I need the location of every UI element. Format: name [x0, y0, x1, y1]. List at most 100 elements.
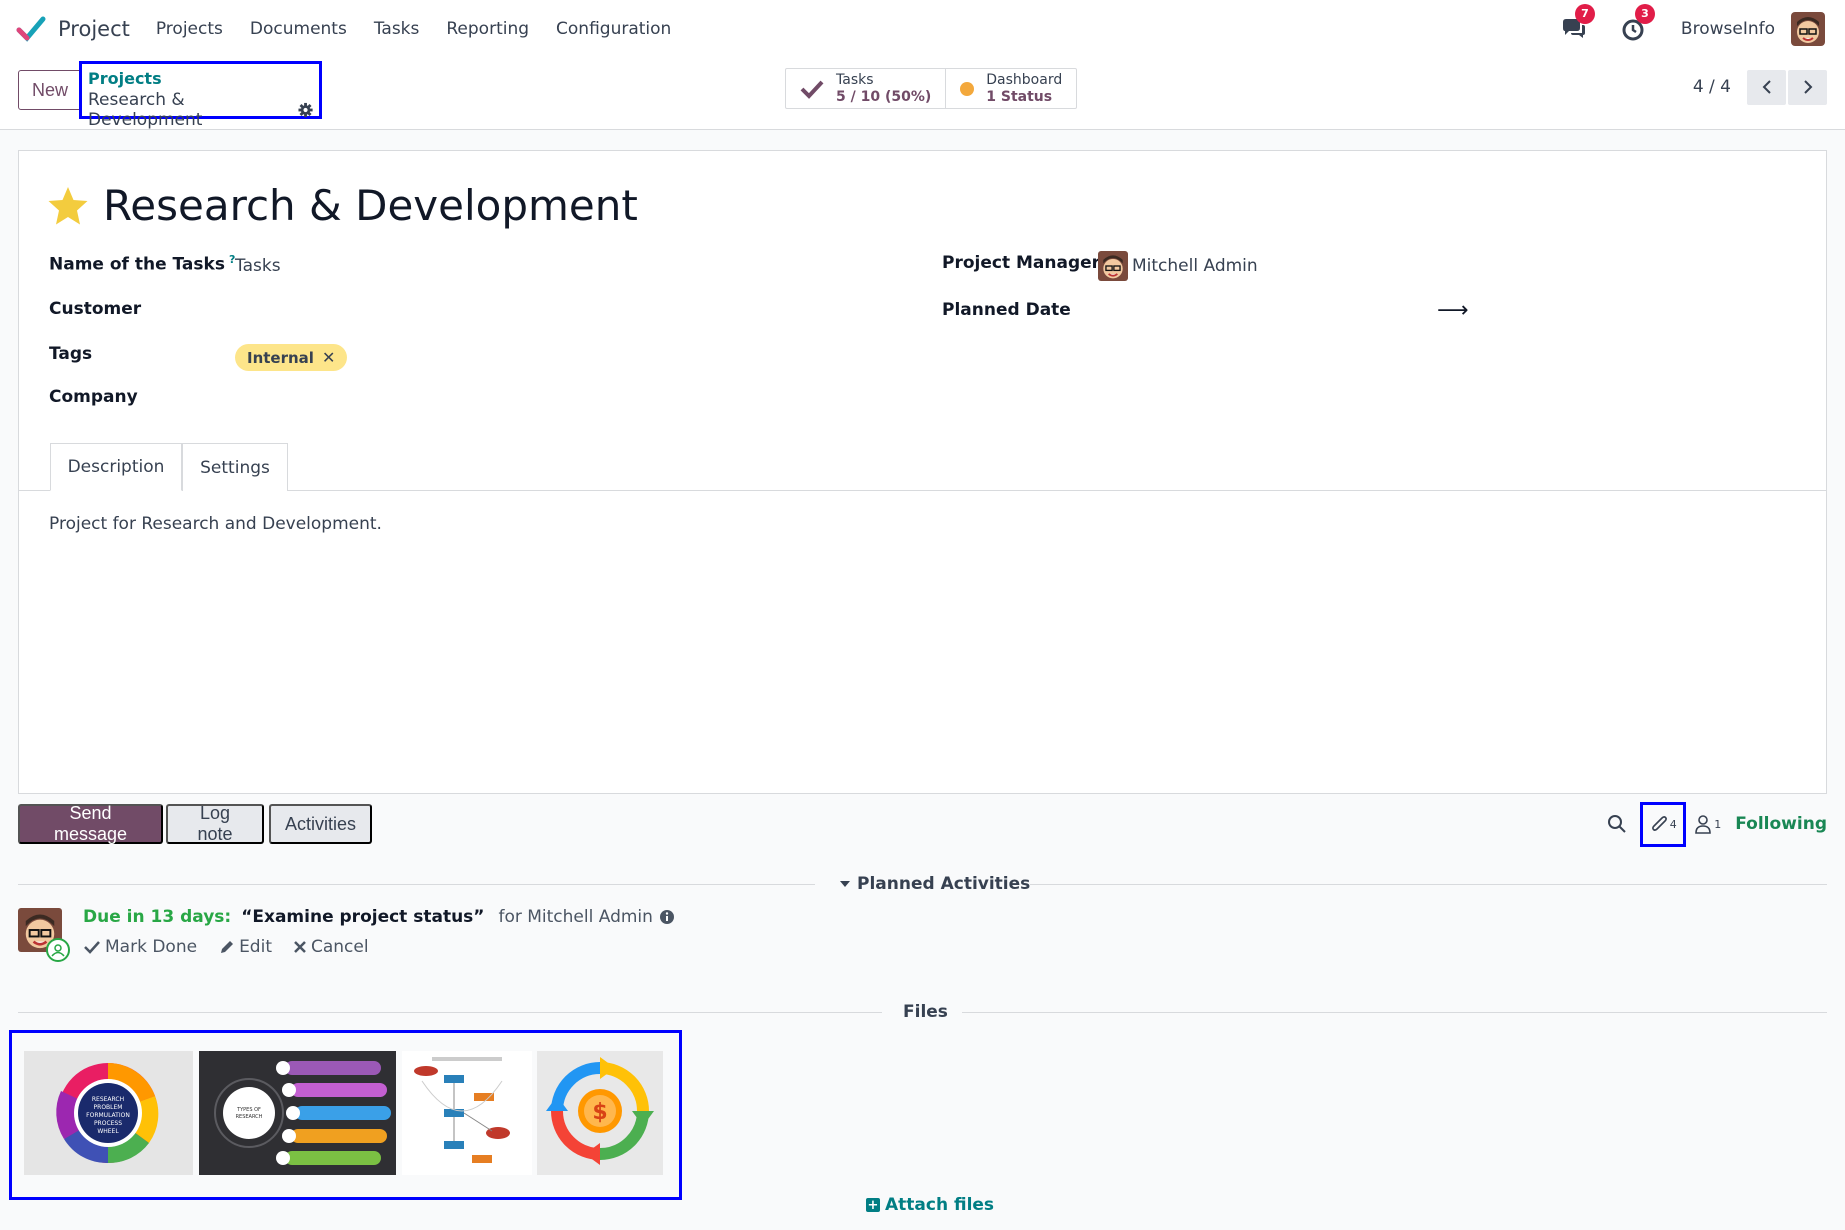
research-types-image: TYPES OF RESEARCH: [214, 1061, 391, 1165]
svg-text:RESEARCH: RESEARCH: [92, 1096, 124, 1103]
breadcrumb-current-label: Research & Development: [88, 90, 203, 130]
top-navbar: Project Projects Documents Tasks Reporti…: [0, 0, 1845, 58]
attachment-thumbnail-2[interactable]: TYPES OF RESEARCH: [199, 1051, 396, 1175]
info-icon[interactable]: [659, 909, 675, 925]
messages-badge: 7: [1574, 4, 1595, 24]
tasks-name-field[interactable]: Tasks: [235, 256, 281, 276]
gear-icon[interactable]: [298, 102, 313, 118]
tag-remove-icon[interactable]: ✕: [322, 348, 335, 367]
activities-badge: 3: [1634, 4, 1655, 24]
process-wheel-image: RESEARCH PROBLEM FORMULATION PROCESS WHE…: [56, 1063, 159, 1164]
project-manager-label: Project Manager: [942, 253, 1101, 273]
dashboard-smart-button[interactable]: Dashboard 1 Status: [945, 69, 1076, 108]
tab-description[interactable]: Description: [50, 443, 182, 491]
pager-next-button[interactable]: [1788, 69, 1827, 105]
activity-assignee: for Mitchell Admin: [498, 907, 653, 927]
menu-configuration[interactable]: Configuration: [556, 19, 671, 39]
tasks-name-label-text: Name of the Tasks: [49, 254, 225, 275]
menu-documents[interactable]: Documents: [250, 19, 347, 39]
menu-tasks[interactable]: Tasks: [374, 19, 420, 39]
user-avatar[interactable]: [1791, 12, 1825, 46]
dashboard-smart-value: 1 Status: [986, 88, 1053, 105]
users-icon: [51, 944, 65, 957]
tasks-smart-value: 5 / 10 (50%): [836, 88, 932, 105]
favorite-star-icon[interactable]: [47, 185, 89, 227]
control-panel: New Projects Research & Development Task…: [0, 58, 1845, 130]
chevron-right-icon: [1803, 80, 1812, 94]
files-divider-right: [962, 1012, 1827, 1013]
customer-label: Customer: [49, 299, 142, 319]
attachments-button[interactable]: 4: [1640, 801, 1687, 847]
manager-avatar-image: [1098, 251, 1128, 281]
planned-divider-right: [1030, 884, 1827, 885]
attach-files-label: Attach files: [885, 1195, 995, 1215]
pager-value[interactable]: 4 / 4: [1693, 77, 1731, 97]
company-label: Company: [49, 387, 138, 407]
menu-projects[interactable]: Projects: [156, 19, 223, 39]
date-range-arrow-icon: ⟶: [1437, 298, 1469, 323]
svg-text:PROBLEM: PROBLEM: [94, 1104, 123, 1111]
attachment-thumbnail-1[interactable]: RESEARCH PROBLEM FORMULATION PROCESS WHE…: [24, 1051, 193, 1175]
app-name[interactable]: Project: [58, 17, 130, 41]
plus-square-icon: +: [866, 1197, 880, 1213]
activity-type-icon: [46, 938, 70, 962]
user-avatar-image: [1791, 12, 1825, 46]
following-button[interactable]: Following: [1735, 814, 1827, 834]
activities-button[interactable]: Activities: [269, 804, 372, 844]
pencil-icon: [221, 940, 234, 953]
follower-count: 1: [1714, 817, 1722, 831]
planned-activities-toggle[interactable]: Planned Activities: [839, 874, 1030, 894]
breadcrumb-current: Research & Development: [88, 90, 313, 130]
attachment-thumbnail-3[interactable]: [402, 1051, 532, 1175]
company-switcher[interactable]: BrowseInfo: [1681, 19, 1775, 39]
caret-down-icon: [840, 881, 850, 887]
pager: 4 / 4: [1693, 68, 1827, 106]
tag-label: Internal: [247, 348, 314, 367]
attachment-gallery: RESEARCH PROBLEM FORMULATION PROCESS WHE…: [9, 1030, 682, 1200]
search-icon[interactable]: [1606, 813, 1628, 835]
tasks-smart-label: Tasks: [836, 71, 874, 88]
notebook-tabs: Description Settings: [19, 443, 1826, 491]
messages-systray[interactable]: 7: [1561, 4, 1595, 42]
activity-line: Due in 13 days: “Examine project status”…: [83, 907, 675, 927]
chevron-left-icon: [1762, 80, 1771, 94]
tasks-smart-button[interactable]: Tasks 5 / 10 (50%): [786, 69, 945, 108]
activity-summary: “Examine project status”: [241, 907, 485, 927]
check-icon: [84, 941, 100, 954]
attachment-count: 4: [1669, 817, 1677, 831]
tab-settings[interactable]: Settings: [182, 443, 288, 491]
mark-done-button[interactable]: Mark Done: [84, 937, 197, 957]
mark-done-label: Mark Done: [105, 937, 198, 957]
edit-activity-button[interactable]: Edit: [219, 937, 272, 957]
description-field[interactable]: Project for Research and Development.: [49, 514, 382, 534]
log-note-button[interactable]: Log note: [166, 803, 264, 844]
attach-files-button[interactable]: + Attach files: [866, 1195, 994, 1215]
activity-actions: Mark Done Edit Cancel: [84, 937, 391, 957]
tasks-smart-text: Tasks 5 / 10 (50%): [836, 72, 931, 106]
manager-avatar: [1098, 251, 1128, 281]
edit-label: Edit: [239, 937, 272, 957]
project-manager-field[interactable]: Mitchell Admin: [1132, 256, 1258, 276]
planned-date-label: Planned Date: [942, 300, 1071, 320]
new-button[interactable]: New: [18, 70, 82, 110]
follower-user-icon[interactable]: [1692, 813, 1714, 835]
money-cycle-image: $: [546, 1057, 654, 1165]
breadcrumb-projects-link[interactable]: Projects: [88, 69, 313, 88]
cancel-activity-button[interactable]: Cancel: [294, 937, 369, 957]
activities-systray[interactable]: 3: [1621, 4, 1655, 42]
systray: 7 3 BrowseInfo: [1561, 0, 1825, 58]
cancel-label: Cancel: [310, 937, 369, 957]
menu-reporting[interactable]: Reporting: [446, 19, 529, 39]
tag-internal[interactable]: Internal ✕: [235, 344, 348, 371]
check-icon: [800, 80, 824, 99]
svg-text:PROCESS: PROCESS: [94, 1120, 122, 1127]
files-title: Files: [903, 1002, 948, 1022]
attachment-thumbnail-4[interactable]: $: [537, 1051, 663, 1175]
project-app-logo-icon[interactable]: [16, 14, 46, 44]
pager-previous-button[interactable]: [1747, 69, 1786, 105]
form-sheet: Research & Development Name of the Tasks…: [18, 150, 1827, 794]
svg-text:FORMULATION: FORMULATION: [86, 1112, 130, 1119]
project-name-field[interactable]: Research & Development: [103, 181, 638, 230]
files-divider-left: [18, 1012, 882, 1013]
send-message-button[interactable]: Send message: [18, 803, 163, 844]
